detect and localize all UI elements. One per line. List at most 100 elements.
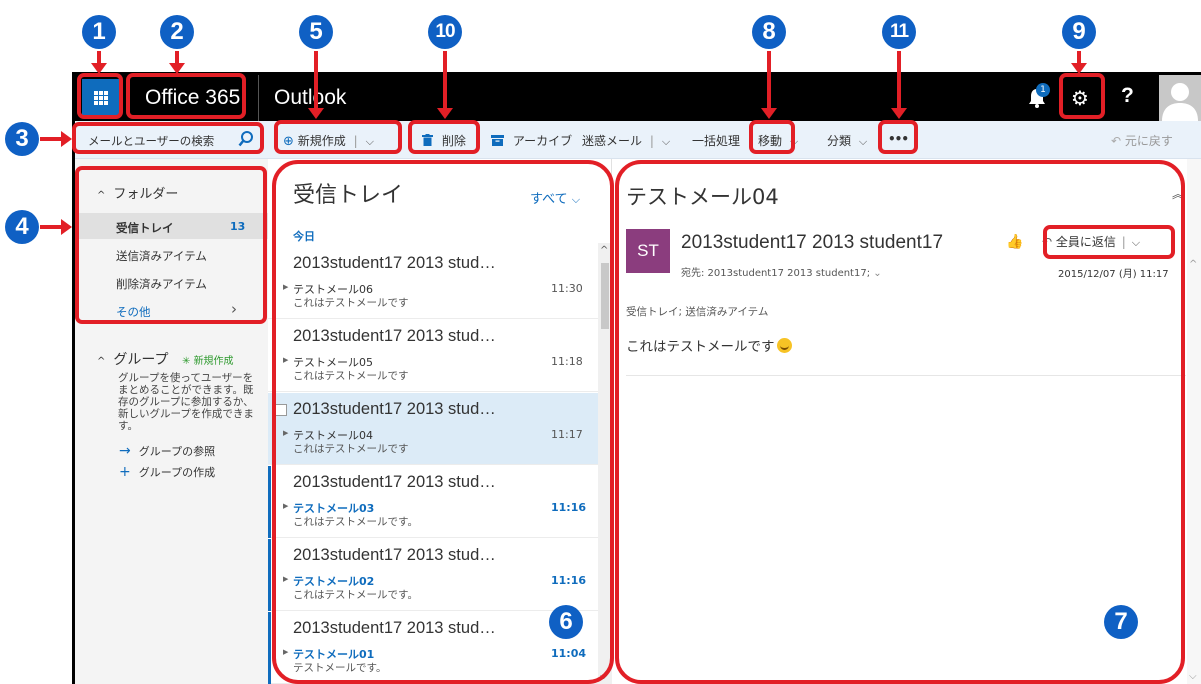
- smiley-icon: [776, 338, 792, 353]
- list-title: 受信トレイ: [293, 183, 404, 208]
- reply-all-button[interactable]: ↶ 全員に返信 | ⌵: [1042, 233, 1140, 250]
- trash-icon: [422, 134, 433, 146]
- expand-icon[interactable]: ▶: [283, 283, 288, 291]
- message-time: 11:16: [551, 501, 587, 514]
- folders-header[interactable]: ^ フォルダー: [97, 183, 178, 202]
- message-item[interactable]: 2013student17 2013 stud… ▶ テストメール06 11:3…: [268, 247, 598, 319]
- undo-button[interactable]: ↶ 元に戻す: [1111, 132, 1173, 149]
- scroll-up-icon[interactable]: ^: [1189, 259, 1197, 270]
- select-checkbox[interactable]: [275, 404, 287, 416]
- message-time: 11:16: [551, 574, 587, 587]
- categorize-label: 分類: [827, 134, 852, 148]
- message-item-unread[interactable]: 2013student17 2013 stud… ▶ テストメール02 11:1…: [268, 539, 598, 611]
- expand-recipients-icon[interactable]: ⌄: [873, 268, 881, 279]
- callout-5: 5: [299, 15, 333, 49]
- office365-brand[interactable]: Office 365: [133, 75, 240, 121]
- gear-icon[interactable]: ⚙: [1071, 86, 1089, 110]
- expand-icon[interactable]: ▶: [283, 575, 288, 583]
- chevron-down-icon[interactable]: ⌵: [790, 135, 798, 149]
- chevron-right-icon[interactable]: ›: [231, 300, 237, 318]
- delete-label: 削除: [441, 134, 466, 148]
- scroll-down-icon[interactable]: ⌵: [1189, 671, 1197, 682]
- sweep-label: 一括処理: [692, 134, 741, 148]
- message-item[interactable]: 2013student17 2013 stud… ▶ テストメール05 11:1…: [268, 320, 598, 392]
- folder-more[interactable]: その他: [116, 304, 151, 320]
- callout-3: 3: [5, 122, 39, 156]
- scroll-up-icon[interactable]: ^: [600, 245, 608, 256]
- notification-badge: 1: [1036, 83, 1050, 97]
- archive-label: アーカイブ: [512, 134, 573, 148]
- message-sender: 2013student17 2013 stud…: [293, 546, 496, 564]
- expand-icon[interactable]: ▶: [283, 356, 288, 364]
- message-sender: 2013student17 2013 stud…: [293, 473, 496, 491]
- search-icon[interactable]: [238, 130, 254, 148]
- command-bar: メールとユーザーの検索 ⊕ 新規作成 | ⌵ 削除 アーカイブ 迷惑メール | …: [75, 121, 1201, 159]
- delete-button[interactable]: 削除: [422, 132, 466, 149]
- app-launcher-button[interactable]: [82, 79, 120, 117]
- reading-subject: テストメール04: [626, 185, 779, 209]
- move-button[interactable]: 移動 ⌵: [758, 132, 798, 149]
- plus-icon: +: [119, 464, 131, 480]
- message-sender: 2013student17 2013 stud…: [293, 619, 496, 637]
- expand-icon[interactable]: ▶: [283, 648, 288, 656]
- search-input[interactable]: メールとユーザーの検索: [88, 133, 214, 149]
- help-button[interactable]: ?: [1121, 84, 1134, 108]
- undo-icon: ↶: [1111, 134, 1122, 148]
- like-icon[interactable]: 👍: [1006, 234, 1023, 250]
- expand-icon[interactable]: ▶: [283, 502, 288, 510]
- folder-deleted-items[interactable]: 削除済みアイテム: [116, 276, 207, 292]
- chevron-down-icon[interactable]: ⌵: [859, 135, 867, 149]
- search-box[interactable]: メールとユーザーの検索: [80, 126, 260, 154]
- undo-label: 元に戻す: [1124, 134, 1173, 148]
- filter-dropdown[interactable]: すべて ⌵: [530, 188, 580, 207]
- groups-header[interactable]: ^ グループ: [97, 349, 169, 369]
- archive-button[interactable]: アーカイブ: [491, 132, 572, 149]
- recipient-line: 宛先: 2013student17 2013 student17; ⌄: [681, 268, 882, 279]
- message-item-unread[interactable]: 2013student17 2013 stud… ▶ テストメール03 11:1…: [268, 466, 598, 538]
- folder-inbox[interactable]: 受信トレイ: [116, 220, 174, 236]
- topbar-divider: [258, 75, 259, 121]
- reading-pane: テストメール04 ︽ ST 2013student17 2013 student…: [612, 159, 1201, 684]
- user-avatar[interactable]: [1159, 75, 1201, 121]
- chevron-down-icon[interactable]: ⌵: [366, 135, 374, 149]
- message-item-selected[interactable]: 2013student17 2013 stud… ▶ テストメール04 11:1…: [268, 393, 598, 465]
- group-new-link[interactable]: ✳ 新規作成: [182, 352, 234, 367]
- message-preview: これはテストメールです。: [293, 589, 418, 601]
- junk-button[interactable]: 迷惑メール | ⌵: [582, 132, 670, 149]
- callout-3-arrow: [40, 131, 72, 147]
- chevron-up-icon: ^: [97, 190, 106, 201]
- message-date: 2015/12/07 (月) 11:17: [1058, 269, 1169, 280]
- arrow-right-icon: →: [119, 443, 131, 459]
- outlook-app: Office 365 Outlook 1 ⚙ ? メールとユーザーの検索 ⊕ 新…: [72, 72, 1201, 684]
- reply-all-icon: ↶: [1042, 235, 1053, 249]
- chevron-down-icon[interactable]: ⌵: [662, 135, 670, 149]
- collapse-icon[interactable]: ︽: [1172, 185, 1184, 202]
- callout-1: 1: [82, 15, 116, 49]
- more-actions-button[interactable]: •••: [888, 132, 909, 146]
- browse-groups-link[interactable]: → グループの参照: [119, 443, 215, 459]
- sweep-button[interactable]: 一括処理: [692, 132, 740, 149]
- message-preview: テストメールです。: [293, 662, 387, 674]
- categorize-button[interactable]: 分類 ⌵: [827, 132, 867, 149]
- sender-name[interactable]: 2013student17 2013 student17: [681, 232, 943, 254]
- top-bar: Office 365 Outlook 1 ⚙ ?: [75, 75, 1201, 121]
- new-button[interactable]: ⊕ 新規作成 | ⌵: [283, 132, 374, 149]
- sender-avatar: ST: [626, 229, 670, 273]
- message-time: 11:17: [551, 428, 583, 441]
- folder-sent-items[interactable]: 送信済みアイテム: [116, 248, 207, 264]
- scroll-down-icon[interactable]: ⌵: [600, 671, 608, 682]
- chevron-up-icon: ^: [97, 356, 106, 367]
- message-preview: これはテストメールです: [293, 443, 409, 455]
- reading-scrollbar[interactable]: [1187, 159, 1201, 684]
- message-body: これはテストメールです: [626, 335, 792, 355]
- reply-all-label: 全員に返信: [1055, 235, 1116, 249]
- list-scrollbar-thumb[interactable]: [601, 263, 609, 329]
- message-preview: これはテストメールです: [293, 370, 409, 382]
- message-time: 11:04: [551, 647, 587, 660]
- create-group-link[interactable]: + グループの作成: [119, 464, 215, 480]
- message-preview: これはテストメールです。: [293, 516, 418, 528]
- expand-icon[interactable]: ▶: [283, 429, 288, 437]
- folder-pane: ^ フォルダー 受信トレイ 13 送信済みアイテム 削除済みアイテム その他 › …: [75, 159, 268, 684]
- person-icon: [1162, 83, 1198, 121]
- chevron-down-icon[interactable]: ⌵: [1132, 236, 1140, 250]
